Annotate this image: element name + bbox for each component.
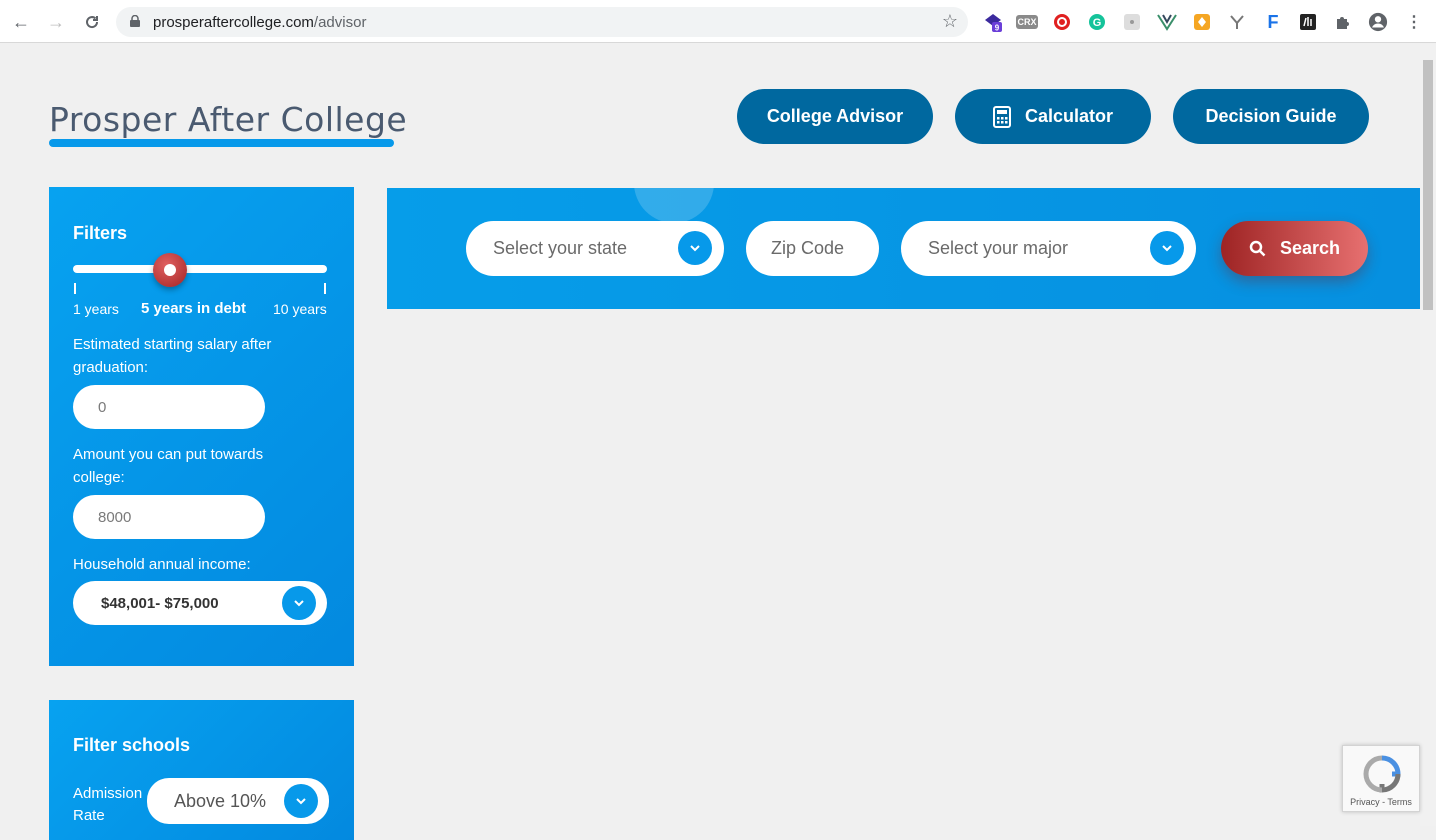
calculator-button[interactable]: Calculator — [955, 89, 1151, 144]
scrollbar-thumb[interactable] — [1423, 60, 1433, 310]
filters-title: Filters — [73, 223, 128, 243]
chevron-down-icon[interactable] — [1150, 231, 1184, 265]
filters-panel: Filters 1 years 5 years in debt 10 years… — [49, 187, 354, 666]
back-arrow-icon[interactable]: ← — [8, 9, 34, 35]
vue-devtools-icon[interactable] — [1157, 12, 1177, 32]
zip-code-placeholder: Zip Code — [771, 238, 845, 258]
kebab-menu-icon[interactable]: ⋮ — [1404, 12, 1424, 32]
lock-icon — [130, 15, 140, 27]
f-extension-icon[interactable]: F — [1263, 12, 1283, 32]
extension-purple-icon[interactable]: 9 — [983, 12, 1003, 32]
profile-avatar-icon[interactable] — [1368, 12, 1388, 32]
decorative-bubble — [634, 188, 714, 223]
reload-icon[interactable] — [79, 9, 105, 35]
hand-extension-icon[interactable] — [1298, 12, 1318, 32]
income-label: Household annual income: — [73, 556, 251, 573]
admission-rate-value: Above 10% — [174, 790, 267, 811]
admission-rate-select[interactable]: Above 10% — [147, 778, 329, 824]
ycombinator-extension-icon[interactable] — [1227, 12, 1247, 32]
college-amount-label: Amount you can put towards college: — [73, 446, 264, 486]
calculator-label: Calculator — [1024, 106, 1114, 126]
chevron-down-icon[interactable] — [282, 586, 316, 620]
state-placeholder: Select your state — [493, 238, 628, 258]
recaptcha-badge[interactable]: Privacy - Terms — [1342, 745, 1420, 812]
slider-min-label: 1 years — [73, 301, 119, 317]
search-button[interactable]: Search — [1221, 221, 1368, 276]
orange-extension-icon[interactable] — [1192, 12, 1212, 32]
recaptcha-icon — [1363, 755, 1401, 793]
major-placeholder: Select your major — [928, 238, 1069, 258]
zip-code-input[interactable]: Zip Code — [746, 221, 879, 276]
svg-text:G: G — [1093, 17, 1102, 29]
filter-schools-title: Filter schools — [73, 735, 191, 755]
college-advisor-label: College Advisor — [766, 106, 904, 126]
crx-extension-icon[interactable]: CRX — [1016, 15, 1038, 29]
income-select[interactable]: $48,001- $75,000 — [73, 581, 327, 625]
puzzle-extensions-icon[interactable] — [1333, 12, 1353, 32]
college-amount-input[interactable]: 8000 — [73, 495, 265, 539]
filter-schools-panel: Filter schools Admission Rate Above 10% — [49, 700, 354, 840]
chevron-down-icon[interactable] — [284, 784, 318, 818]
svg-text:9: 9 — [995, 24, 1000, 33]
chevron-down-icon[interactable] — [678, 231, 712, 265]
page-content: Prosper After College College Advisor Ca… — [0, 44, 1420, 840]
college-advisor-button[interactable]: College Advisor — [737, 89, 933, 144]
site-logo[interactable]: Prosper After College — [49, 100, 407, 139]
react-devtools-icon[interactable] — [1122, 12, 1142, 32]
admission-rate-label: Admission Rate — [73, 785, 143, 824]
debt-slider-handle[interactable] — [152, 253, 187, 287]
browser-toolbar: ← → prosperaftercollege.com/advisor ☆ 9 … — [0, 0, 1436, 43]
decision-guide-button[interactable]: Decision Guide — [1173, 89, 1369, 144]
search-bar: Select your state Zip Code Select your m… — [387, 188, 1420, 309]
slider-max-label: 10 years — [273, 301, 327, 317]
slider-tick-min — [74, 283, 76, 294]
salary-label: Estimated starting salary after graduati… — [73, 336, 272, 376]
decision-guide-label: Decision Guide — [1205, 106, 1337, 126]
calculator-icon — [992, 105, 1011, 128]
forward-arrow-icon[interactable]: → — [43, 9, 69, 35]
search-button-label: Search — [1279, 238, 1341, 258]
salary-input[interactable]: 0 — [73, 385, 265, 429]
address-bar[interactable]: prosperaftercollege.com/advisor ☆ — [116, 7, 968, 37]
url-text: prosperaftercollege.com/advisor — [153, 14, 367, 31]
slider-current-label: 5 years in debt — [141, 300, 247, 317]
search-icon — [1249, 240, 1266, 257]
bookmark-star-icon[interactable]: ☆ — [942, 11, 958, 32]
recaptcha-terms[interactable]: Privacy - Terms — [1343, 797, 1419, 807]
page-scrollbar[interactable] — [1420, 44, 1436, 826]
logo-underline — [49, 139, 394, 147]
stop-extension-icon[interactable] — [1052, 12, 1072, 32]
slider-tick-max — [324, 283, 326, 294]
major-select[interactable]: Select your major — [901, 221, 1196, 276]
grammarly-icon[interactable]: G — [1087, 12, 1107, 32]
state-select[interactable]: Select your state — [466, 221, 724, 276]
income-selected-value: $48,001- $75,000 — [101, 594, 219, 612]
debt-slider-track[interactable] — [73, 265, 327, 273]
